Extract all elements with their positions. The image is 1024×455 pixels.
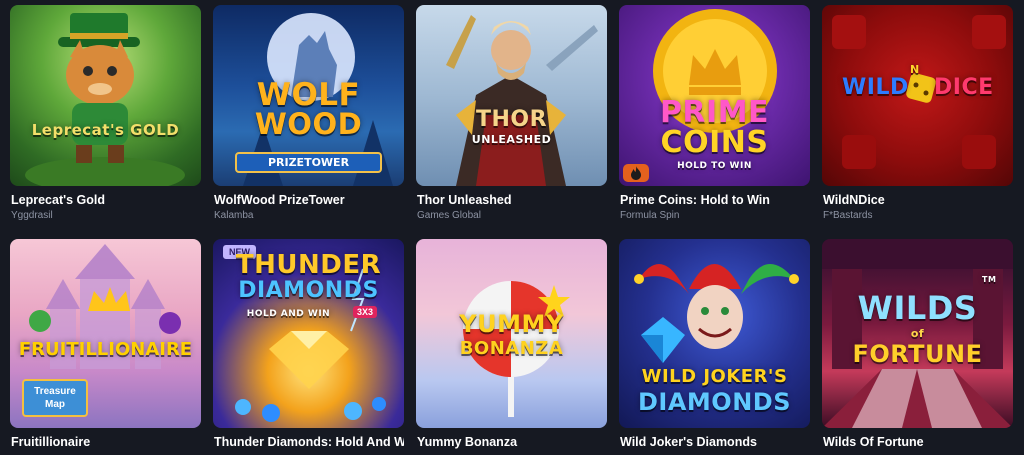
game-logo-sub: PRIZETOWER bbox=[235, 152, 382, 173]
game-title[interactable]: Thor Unleashed bbox=[417, 193, 607, 207]
game-card-leprecats-gold[interactable]: Leprecat's GOLD Leprecat's Gold Yggdrasi… bbox=[10, 5, 201, 239]
game-title[interactable]: Wild Joker's Diamonds bbox=[620, 435, 810, 449]
game-provider: Games Global bbox=[417, 210, 481, 221]
game-logo-line1: WILDS bbox=[857, 289, 978, 327]
game-logo-line2: COINS bbox=[660, 125, 769, 160]
game-thumbnail[interactable]: THOR UNLEASHED bbox=[416, 5, 607, 186]
game-card-fruitillionaire[interactable]: FRUITILLIONAIRE Treasure Map Fruitillion… bbox=[10, 239, 201, 455]
game-thumbnail[interactable]: YUMMY BONANZA bbox=[416, 239, 607, 428]
game-logo-mid: N bbox=[910, 63, 920, 76]
hot-badge bbox=[623, 164, 649, 182]
game-grid: Leprecat's GOLD Leprecat's Gold Yggdrasi… bbox=[10, 5, 1013, 455]
game-title[interactable]: Wilds Of Fortune bbox=[823, 435, 1013, 449]
game-thumbnail[interactable]: PRIME COINS HOLD TO WIN bbox=[619, 5, 810, 186]
game-logo-line1: WILD bbox=[842, 75, 909, 100]
game-card-wolfwood-prizetower[interactable]: WOLF WOOD PRIZETOWER WolfWood PrizeTower… bbox=[213, 5, 404, 239]
game-logo: Leprecat's GOLD bbox=[31, 121, 180, 139]
cat-leprechaun-icon bbox=[25, 13, 185, 186]
fire-icon bbox=[631, 166, 641, 180]
game-logo-line2: WOOD bbox=[254, 107, 363, 141]
game-title[interactable]: Prime Coins: Hold to Win bbox=[620, 193, 810, 207]
treasure-map-line1: Treasure bbox=[34, 386, 76, 397]
game-logo-line2: UNLEASHED bbox=[471, 133, 552, 146]
game-logo-line1: WILD JOKER'S bbox=[641, 366, 788, 387]
game-provider: Yggdrasil bbox=[11, 210, 53, 221]
game-thumbnail[interactable]: NEW THUNDER DIAMONDS HOLD AND WIN 3X3 bbox=[213, 239, 404, 428]
game-logo-line2: BONANZA bbox=[459, 338, 564, 359]
game-thumbnail[interactable]: WILD JOKER'S DIAMONDS bbox=[619, 239, 810, 428]
game-logo-line1: THUNDER bbox=[235, 250, 382, 280]
game-logo-line2: FORTUNE bbox=[852, 340, 983, 368]
game-title[interactable]: Thunder Diamonds: Hold And Win bbox=[214, 435, 404, 449]
game-thumbnail[interactable]: FRUITILLIONAIRE Treasure Map bbox=[10, 239, 201, 428]
game-card-wilds-of-fortune[interactable]: WILDS of FORTUNE TM Wilds Of Fortune bbox=[822, 239, 1013, 455]
game-title[interactable]: Fruitillionaire bbox=[11, 435, 201, 449]
game-thumbnail[interactable]: Leprecat's GOLD bbox=[10, 5, 201, 186]
game-card-wildndice[interactable]: WILD N DICE WildNDice F*Bastards bbox=[822, 5, 1013, 239]
game-title[interactable]: Leprecat's Gold bbox=[11, 193, 201, 207]
game-thumbnail[interactable]: WOLF WOOD PRIZETOWER bbox=[213, 5, 404, 186]
game-provider: F*Bastards bbox=[823, 210, 873, 221]
game-provider: Kalamba bbox=[214, 210, 254, 221]
game-card-thor-unleashed[interactable]: THOR UNLEASHED Thor Unleashed Games Glob… bbox=[416, 5, 607, 239]
game-logo: FRUITILLIONAIRE bbox=[18, 339, 193, 360]
game-logo-line2: DICE bbox=[934, 75, 994, 100]
game-logo-line1: THOR bbox=[475, 107, 548, 132]
game-thumbnail[interactable]: WILDS of FORTUNE TM bbox=[822, 239, 1013, 428]
game-logo-line1: YUMMY bbox=[459, 310, 564, 338]
thor-warrior-icon bbox=[446, 15, 598, 186]
game-logo-line2: DIAMONDS bbox=[238, 278, 379, 303]
game-title[interactable]: WolfWood PrizeTower bbox=[214, 193, 404, 207]
game-title[interactable]: Yummy Bonanza bbox=[417, 435, 607, 449]
game-logo-sub: HOLD AND WIN bbox=[246, 309, 331, 319]
game-logo-line2: DIAMONDS bbox=[637, 388, 791, 416]
game-logo-tm: TM bbox=[982, 275, 997, 284]
game-card-thunder-diamonds[interactable]: NEW THUNDER DIAMONDS HOLD AND WIN 3X3 Th… bbox=[213, 239, 404, 455]
game-card-yummy-bonanza[interactable]: YUMMY BONANZA Yummy Bonanza bbox=[416, 239, 607, 455]
game-card-wild-jokers-diamonds[interactable]: WILD JOKER'S DIAMONDS Wild Joker's Diamo… bbox=[619, 239, 810, 455]
game-card-prime-coins[interactable]: PRIME COINS HOLD TO WIN Prime Coins: Hol… bbox=[619, 5, 810, 239]
game-title[interactable]: WildNDice bbox=[823, 193, 1013, 207]
game-thumbnail[interactable]: WILD N DICE bbox=[822, 5, 1013, 186]
game-logo-mid: of bbox=[910, 327, 925, 340]
treasure-map-badge: Treasure Map bbox=[22, 379, 88, 417]
treasure-map-line2: Map bbox=[45, 399, 65, 410]
game-provider: Formula Spin bbox=[620, 210, 680, 221]
game-logo-tag: 3X3 bbox=[353, 306, 378, 318]
